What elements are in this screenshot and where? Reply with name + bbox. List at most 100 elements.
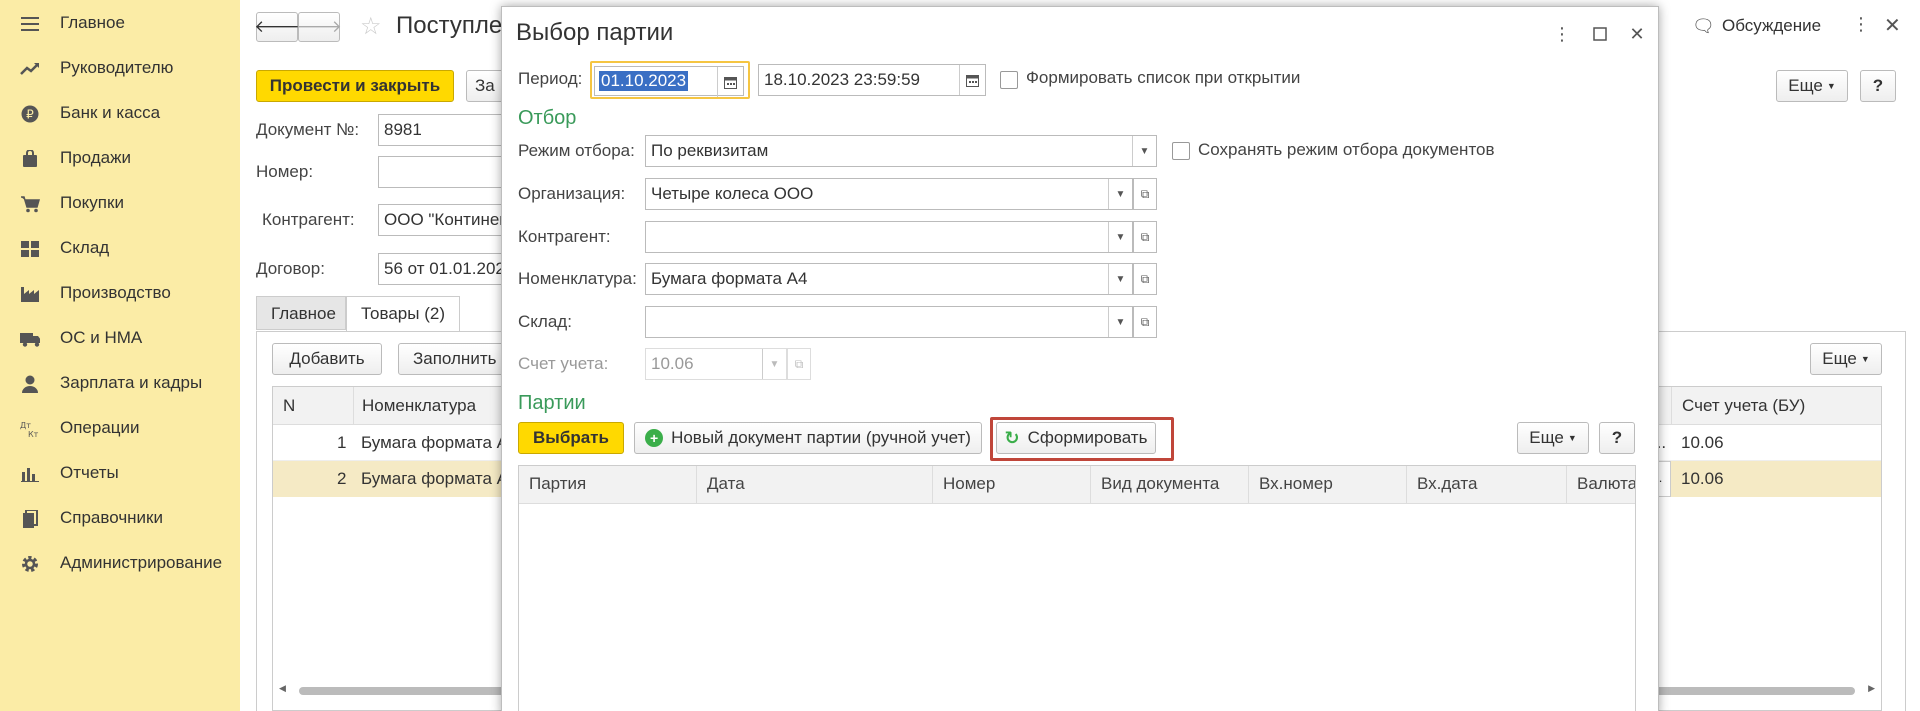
col-currency-header[interactable]: Валюта — [1567, 466, 1635, 504]
sidebar-item-operations[interactable]: Дт Кт Операции — [0, 408, 240, 448]
help-button[interactable]: ? — [1860, 70, 1896, 102]
sidebar-item-label: Покупки — [60, 193, 124, 212]
col-doc-type-header[interactable]: Вид документа — [1091, 466, 1249, 504]
plus-icon: + — [645, 429, 664, 447]
star-icon[interactable]: ☆ — [360, 12, 382, 41]
open-account-icon[interactable]: ⧉ — [787, 348, 811, 380]
organization-field[interactable]: Четыре колеса ООО ▼ — [645, 178, 1133, 210]
contractor-field[interactable]: ООО "Континен — [378, 204, 518, 236]
forward-button[interactable]: 🡒 — [296, 12, 342, 42]
batches-more-button[interactable]: Еще ▼ — [1517, 422, 1589, 454]
open-contractor-icon[interactable]: ⧉ — [1133, 221, 1157, 253]
chevron-down-icon[interactable]: ▼ — [1108, 179, 1132, 209]
row-nomenclature: Бумага формата А — [361, 469, 509, 488]
more-vert-icon[interactable]: ⋮ — [1852, 14, 1870, 35]
sidebar-item-purchases[interactable]: Покупки — [0, 183, 240, 223]
discussion-button[interactable]: Обсуждение — [1722, 16, 1821, 36]
sidebar-item-label: Руководителю — [60, 58, 174, 77]
date-to-field[interactable]: 18.10.2023 23:59:59 — [758, 64, 986, 96]
doc-number-field[interactable]: 8981 — [378, 114, 518, 146]
more-vert-icon[interactable]: ⋮ — [1550, 22, 1574, 46]
open-warehouse-icon[interactable]: ⧉ — [1133, 306, 1157, 338]
filter-mode-label: Режим отбора: — [518, 141, 635, 160]
form-on-open-checkbox[interactable] — [1000, 71, 1018, 89]
tab-goods[interactable]: Товары (2) — [346, 296, 460, 332]
filter-mode-select[interactable]: По реквизитам ▼ — [645, 135, 1157, 167]
form-button[interactable]: ↻ Сформировать — [996, 422, 1156, 454]
chevron-down-icon[interactable]: ▼ — [1108, 222, 1132, 252]
sidebar-item-main[interactable]: Главное — [0, 3, 240, 43]
back-button[interactable]: 🡐 — [254, 12, 300, 42]
period-label: Период: — [518, 69, 583, 88]
sidebar-item-production[interactable]: Производство — [0, 273, 240, 313]
number-field[interactable] — [378, 156, 518, 188]
organization-label: Организация: — [518, 184, 626, 203]
sidebar-item-bank[interactable]: ₽ Банк и касса — [0, 93, 240, 133]
calendar-icon[interactable] — [717, 67, 743, 97]
chevron-down-icon[interactable]: ▼ — [1108, 307, 1132, 337]
sidebar-item-catalogs[interactable]: Справочники — [0, 498, 240, 538]
date-from-field[interactable]: 01.10.2023 — [590, 61, 750, 99]
sidebar-item-manager[interactable]: Руководителю — [0, 48, 240, 88]
warehouse-field[interactable]: ▼ — [645, 306, 1133, 338]
chevron-down-icon[interactable]: ▼ — [1132, 136, 1156, 166]
document-title: Поступле — [396, 12, 503, 39]
svg-text:Дт: Дт — [20, 421, 31, 430]
save-mode-checkbox[interactable] — [1172, 142, 1190, 160]
batches-table: Партия Дата Номер Вид документа Вх.номер… — [518, 465, 1636, 711]
table-more-button[interactable]: Еще ▼ — [1810, 343, 1882, 375]
tab-main[interactable]: Главное — [256, 296, 346, 330]
fill-button[interactable]: Заполнить — [398, 343, 508, 375]
dropdown-icon: ▼ — [1567, 433, 1577, 443]
bar-chart-icon — [20, 465, 40, 483]
more-button[interactable]: Еще ▼ — [1776, 70, 1848, 102]
calendar-icon[interactable] — [959, 65, 985, 95]
batches-table-header: Партия Дата Номер Вид документа Вх.номер… — [519, 466, 1635, 504]
col-batch-header[interactable]: Партия — [519, 466, 697, 504]
dropdown-icon: ▼ — [1826, 81, 1836, 91]
select-button[interactable]: Выбрать — [518, 422, 624, 454]
contractor-field[interactable]: ▼ — [645, 221, 1133, 253]
new-batch-document-button[interactable]: + Новый документ партии (ручной учет) — [634, 422, 982, 454]
trend-icon — [20, 60, 40, 78]
nomenclature-field[interactable]: Бумага формата А4 ▼ — [645, 263, 1133, 295]
more-label: Еще — [1788, 76, 1823, 95]
sidebar-item-salary[interactable]: Зарплата и кадры — [0, 363, 240, 403]
scroll-left-icon[interactable]: ◀ — [279, 683, 286, 694]
doc-number-label: Документ №: — [256, 120, 360, 139]
col-date-header[interactable]: Дата — [697, 466, 933, 504]
contract-field[interactable]: 56 от 01.01.202 — [378, 253, 518, 285]
col-in-date-header[interactable]: Вх.дата — [1407, 466, 1567, 504]
date-from-value: 01.10.2023 — [599, 71, 689, 91]
col-nomenclature-header[interactable]: Номенклатура — [353, 387, 484, 425]
row-account: 10.06 — [1681, 433, 1724, 452]
col-number-header[interactable]: Номер — [933, 466, 1091, 504]
col-in-number-header[interactable]: Вх.номер — [1249, 466, 1407, 504]
batches-section-header: Партии — [518, 392, 586, 414]
close-icon[interactable]: ✕ — [1884, 13, 1901, 38]
maximize-icon[interactable] — [1588, 22, 1612, 46]
chevron-down-icon[interactable]: ▼ — [762, 349, 786, 379]
batches-help-button[interactable]: ? — [1599, 422, 1635, 454]
sidebar-item-sales[interactable]: Продажи — [0, 138, 240, 178]
add-button[interactable]: Добавить — [272, 343, 382, 375]
open-organization-icon[interactable]: ⧉ — [1133, 178, 1157, 210]
close-icon[interactable]: ✕ — [1625, 22, 1649, 46]
sidebar-item-reports[interactable]: Отчеты — [0, 453, 240, 493]
sidebar-item-admin[interactable]: Администрирование — [0, 543, 240, 583]
post-and-close-button[interactable]: Провести и закрыть — [256, 70, 454, 102]
scroll-right-icon[interactable]: ▶ — [1868, 683, 1875, 694]
warehouse-label: Склад: — [518, 312, 572, 331]
sidebar-item-warehouse[interactable]: Склад — [0, 228, 240, 268]
col-account-header[interactable]: Счет учета (БУ) — [1671, 387, 1815, 425]
account-field[interactable]: 10.06 ▼ — [645, 348, 787, 380]
truck-icon — [20, 330, 40, 348]
chevron-down-icon[interactable]: ▼ — [1108, 264, 1132, 294]
col-n-header[interactable]: N — [283, 396, 295, 416]
sidebar-item-label: Администрирование — [60, 553, 223, 572]
books-icon — [20, 510, 40, 528]
nomenclature-value: Бумага формата А4 — [651, 269, 808, 288]
sidebar-item-assets[interactable]: ОС и НМА — [0, 318, 240, 358]
save-button[interactable]: За — [466, 70, 506, 102]
open-nomenclature-icon[interactable]: ⧉ — [1133, 263, 1157, 295]
